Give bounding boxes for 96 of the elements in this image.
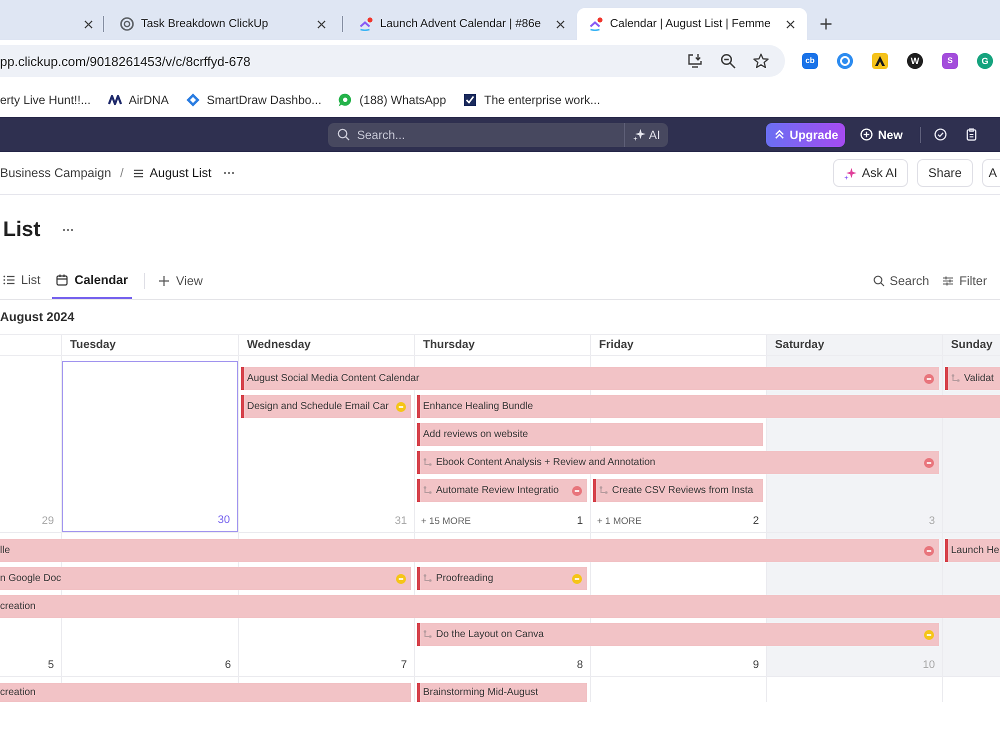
extension-button[interactable]: S — [942, 53, 958, 69]
add-view-button[interactable]: View — [158, 262, 203, 299]
event-bar[interactable]: Launch He — [945, 539, 1000, 562]
bookmark[interactable]: AirDNA — [108, 92, 169, 106]
check-circle-icon[interactable] — [934, 128, 947, 141]
event-bar[interactable]: Ebook Content Analysis + Review and Annotation — [417, 451, 939, 474]
more-link[interactable]: + 1 MORE — [597, 516, 642, 527]
weekday-header: Thursday — [414, 335, 590, 355]
page-title: List — [3, 218, 40, 242]
extension-button[interactable]: W — [907, 53, 923, 69]
date-number: 8 — [576, 659, 583, 671]
close-icon[interactable] — [556, 20, 565, 28]
date-number: 29 — [42, 515, 54, 527]
browser-tab[interactable]: Calendar | August List | Femme — [577, 8, 807, 40]
event-bar[interactable]: lle — [0, 539, 939, 562]
chevron-icon — [589, 17, 603, 31]
search-icon — [872, 274, 885, 286]
date-number: 3 — [928, 515, 935, 527]
target-icon — [120, 17, 134, 31]
breadcrumb-separator: / — [120, 166, 124, 180]
view-tab[interactable]: List — [0, 262, 44, 299]
close-icon[interactable] — [317, 20, 326, 28]
plus-icon — [158, 274, 170, 286]
date-number: 2 — [752, 515, 759, 527]
view-tab[interactable]: Calendar — [52, 262, 132, 299]
event-bar[interactable]: creation — [0, 595, 1000, 618]
month-label: August 2024 — [0, 310, 74, 324]
double-chevron-icon — [772, 128, 786, 141]
date-number: 6 — [224, 659, 231, 671]
peak-icon[interactable] — [872, 53, 888, 69]
plus-icon[interactable] — [820, 18, 832, 30]
weekday-header: Saturday — [766, 335, 942, 355]
sparkle-icon — [632, 128, 646, 141]
date-number: 1 — [576, 515, 583, 527]
breadcrumb-link[interactable]: August List — [150, 166, 212, 180]
event-bar[interactable]: Design and Schedule Email Car — [241, 395, 411, 418]
browser-tab[interactable]: Task Breakdown ClickUp — [108, 8, 338, 40]
chat-bubble-icon — [338, 92, 352, 106]
monitor-download-icon[interactable] — [687, 53, 703, 69]
weekday-header: Tuesday — [69, 338, 117, 353]
bookmark[interactable]: erty Live Hunt!!... — [0, 92, 91, 106]
chevron-icon — [359, 17, 373, 31]
event-bar[interactable]: Brainstorming Mid-August — [417, 683, 587, 702]
date-number: 9 — [752, 659, 759, 671]
date-number: 7 — [400, 659, 407, 671]
date-number: 5 — [48, 659, 54, 671]
diamond-icon — [186, 92, 200, 106]
list-icon — [3, 274, 15, 286]
weekday-header: Sunday — [942, 335, 1000, 355]
address-field[interactable]: pp.clickup.com/9018261453/v/c/8crffyd-678 — [0, 45, 785, 77]
event-bar[interactable]: n Google Doc — [0, 567, 411, 590]
clipboard-icon[interactable] — [964, 128, 978, 141]
search-button[interactable]: Search — [872, 262, 930, 299]
share-button[interactable]: Share — [917, 159, 973, 187]
event-bar[interactable]: Automate Review Integratio — [417, 479, 587, 502]
date-number: 10 — [922, 659, 935, 671]
event-bar[interactable]: creation — [0, 683, 411, 702]
toolbar-button[interactable]: A — [982, 159, 1000, 187]
zigzag-icon — [108, 92, 122, 106]
check-square-icon — [463, 92, 478, 106]
filter-button[interactable]: Filter — [942, 262, 987, 299]
zoom-out-icon[interactable] — [720, 53, 736, 69]
plus-circle-icon — [860, 128, 873, 141]
browser-tab[interactable]: Launch Advent Calendar | #86e — [347, 8, 577, 40]
search-icon — [337, 128, 350, 141]
ask-ai-button[interactable]: Ask AI — [832, 159, 908, 187]
more-icon[interactable] — [222, 171, 234, 175]
sparkle-icon — [844, 166, 857, 180]
extension-button[interactable]: cb — [802, 53, 818, 69]
filter-icon — [942, 274, 954, 286]
ring-icon[interactable] — [837, 53, 853, 69]
more-icon[interactable] — [62, 228, 74, 232]
star-icon[interactable] — [753, 53, 769, 69]
ai-button[interactable]: AI — [624, 122, 668, 146]
upgrade-button[interactable]: Upgrade — [766, 122, 845, 146]
event-bar[interactable]: Do the Layout on Canva — [417, 623, 939, 646]
close-icon[interactable] — [786, 20, 795, 28]
new-button[interactable]: New — [860, 128, 903, 142]
weekday-header: Wednesday — [238, 335, 414, 355]
breadcrumb-link[interactable]: Business Campaign — [0, 166, 112, 180]
event-bar[interactable]: Proofreading — [417, 567, 587, 590]
bookmark[interactable]: (188) WhatsApp — [338, 92, 446, 106]
list-icon — [132, 168, 144, 178]
bookmark[interactable]: The enterprise work... — [463, 92, 600, 106]
event-bar[interactable]: Add reviews on website — [417, 423, 763, 446]
date-number: 31 — [394, 515, 407, 527]
close-icon[interactable] — [84, 20, 93, 28]
event-bar[interactable]: Enhance Healing Bundle — [417, 395, 1000, 418]
event-bar[interactable]: Validat — [945, 367, 1000, 390]
event-bar[interactable]: August Social Media Content Calendar — [241, 367, 939, 390]
search-field[interactable]: Search... — [328, 122, 624, 146]
date-number: 30 — [218, 514, 230, 526]
bookmark[interactable]: SmartDraw Dashbo... — [186, 92, 322, 106]
more-link[interactable]: + 15 MORE — [421, 516, 471, 527]
calendar-icon — [56, 274, 68, 286]
event-bar[interactable]: Create CSV Reviews from Insta — [593, 479, 763, 502]
